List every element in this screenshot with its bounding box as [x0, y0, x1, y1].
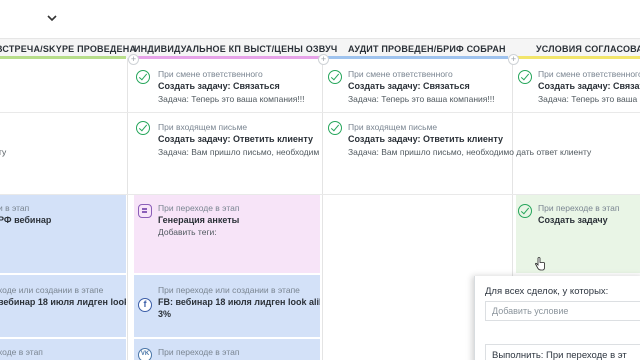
trigger-action: Генерация анкеты [158, 215, 240, 225]
trigger-cell[interactable]: f При переходе или создании в этапе FB: … [134, 275, 320, 337]
trigger-condition: При переходе в этап [158, 347, 240, 357]
stage-stripe [516, 56, 640, 59]
trigger-condition: При входящем письме [348, 122, 438, 132]
column-title-meeting: ВСТРЕЧА/SKYPE ПРОВЕДЕНА [0, 44, 137, 54]
trigger-cell[interactable]: ходе в этап [0, 339, 126, 360]
trigger-condition: При переходе в этап [538, 203, 620, 213]
form-icon [138, 204, 152, 218]
trigger-action: Создать задачу: Связаться [348, 81, 470, 91]
column-divider [127, 58, 128, 360]
trigger-cell[interactable]: При входящем письме Создать задачу: Отве… [326, 118, 640, 192]
trigger-detail: Задача: Вам пришло письмо, необходимо да… [348, 147, 592, 157]
check-circle-icon [136, 70, 150, 84]
stage-stripe [0, 56, 126, 59]
top-bar [0, 0, 640, 38]
trigger-detail: Задача: Теперь это ваша компания!!! [158, 94, 305, 104]
trigger-condition: При смене ответственного [538, 69, 640, 79]
trigger-action: Создать задачу [538, 215, 608, 225]
column-divider [322, 58, 323, 360]
stage-stripe [134, 56, 320, 59]
trigger-settings-panel: Для всех сделок, у которых: Добавить усл… [474, 276, 640, 360]
trigger-condition: ходе в этап [0, 347, 43, 357]
trigger-condition: При смене ответственного [348, 69, 453, 79]
trigger-cell[interactable]: ходе или создании в этапе вебинар 18 июл… [0, 275, 126, 337]
trigger-action: Создать задачу: Связаться [538, 81, 640, 91]
trigger-detail: Задача: Вам пришло письмо, необходим [158, 147, 320, 157]
hand-cursor-icon [535, 257, 545, 271]
run-on-value: Выполнить: При переходе в эт [492, 350, 627, 360]
check-circle-icon [136, 121, 150, 135]
trigger-action: РФ вебинар [0, 215, 52, 225]
chevron-down-icon[interactable] [45, 11, 59, 25]
column-title-audit: АУДИТ ПРОВЕДЕН/БРИФ СОБРАН [348, 44, 506, 54]
trigger-action: вебинар 18 июля лидген look alike [0, 297, 126, 307]
trigger-cell[interactable]: При смене ответственного Создать задачу:… [326, 64, 510, 110]
facebook-icon: f [138, 298, 152, 312]
trigger-action: Создать задачу: Ответить клиенту [348, 134, 504, 144]
trigger-action: Создать задачу: Ответить клиенту [158, 134, 314, 144]
trigger-detail: ту [0, 147, 7, 157]
trigger-cell[interactable]: VK При переходе в этап [134, 339, 320, 360]
trigger-action: FB: вебинар 18 июля лидген look alike [158, 297, 320, 307]
vk-icon: VK [138, 348, 152, 360]
trigger-condition: При смене ответственного [158, 69, 263, 79]
trigger-detail: Задача: Теперь это ваша ко [538, 94, 640, 104]
trigger-condition: При переходе в этап [158, 203, 240, 213]
add-condition-input[interactable]: Добавить условие [485, 301, 640, 321]
trigger-condition: При входящем письме [158, 122, 248, 132]
check-circle-icon [328, 70, 342, 84]
trigger-cell[interactable]: При смене ответственного Создать задачу:… [134, 64, 320, 110]
trigger-detail: Добавить теги: [158, 227, 217, 237]
trigger-condition: При переходе или создании в этапе [158, 285, 300, 295]
trigger-detail: Задача: Теперь это ваша компания!!! [348, 94, 495, 104]
run-on-select[interactable]: Выполнить: При переходе в эт [485, 344, 640, 360]
trigger-condition: ходе или создании в этапе [0, 285, 104, 295]
check-circle-icon [328, 121, 342, 135]
column-title-terms: УСЛОВИЯ СОГЛАСОВАНЫ [536, 44, 640, 54]
check-circle-icon [518, 70, 532, 84]
trigger-cell[interactable]: При входящем письме Создать задачу: Отве… [134, 118, 320, 192]
condition-label: Для всех сделок, у которых: [485, 286, 609, 297]
trigger-condition: и в этап [0, 203, 30, 213]
add-condition-placeholder: Добавить условие [492, 306, 569, 316]
row-divider [0, 112, 640, 113]
trigger-cell[interactable]: ту [0, 118, 126, 192]
trigger-cell[interactable]: и в этап РФ вебинар [0, 195, 126, 273]
stage-stripe [328, 56, 508, 59]
trigger-action: Создать задачу: Связаться [158, 81, 280, 91]
column-title-offer: ИНДИВИДУАЛЬНОЕ КП ВЫСТ/ЦЕНЫ ОЗВУЧ [134, 44, 338, 54]
trigger-action: 3% [158, 309, 172, 319]
trigger-cell[interactable]: При смене ответственного Создать задачу:… [516, 64, 640, 110]
check-circle-icon [518, 204, 532, 218]
trigger-cell[interactable]: При переходе в этап Генерация анкеты Доб… [134, 195, 320, 273]
